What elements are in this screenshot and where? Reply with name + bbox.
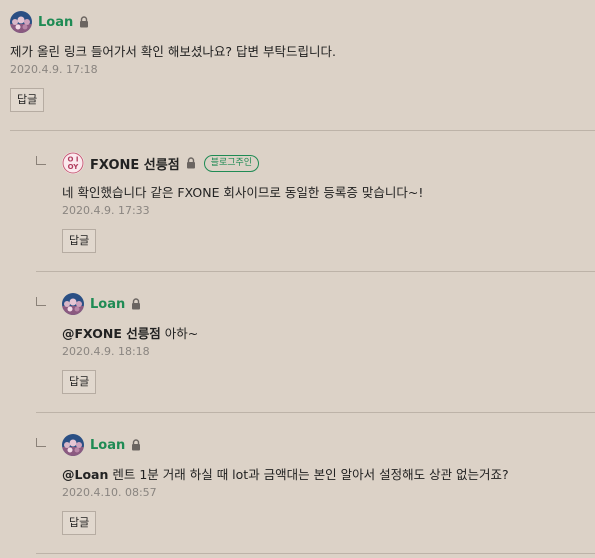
reply-button[interactable]: 답글 xyxy=(62,370,97,394)
reply-button[interactable]: 답글 xyxy=(62,229,97,253)
comment-3: Loan @FXONE 선릉점 아하~ 2020.4.9. 18:18 답글 xyxy=(62,292,595,394)
comment-2: O I OY FXONE 선릉점 블로그주인 네 확인했습니다 같은 FXONE… xyxy=(62,151,595,253)
comment-author[interactable]: FXONE 선릉점 xyxy=(90,154,180,173)
lock-icon xyxy=(131,298,141,310)
comment-body: 아하~ xyxy=(160,326,199,341)
svg-text:OY: OY xyxy=(68,163,80,171)
divider xyxy=(36,412,595,413)
comment-text: @FXONE 선릉점 아하~ xyxy=(62,325,595,343)
reply-branch-icon xyxy=(36,156,46,165)
comment-text: @Loan 렌트 1분 거래 하실 때 lot과 금액대는 본인 알아서 설정해… xyxy=(62,466,595,484)
comment-text: 제가 올린 링크 들어가서 확인 해보셨나요? 답변 부탁드립니다. xyxy=(10,44,336,59)
comment-author[interactable]: Loan xyxy=(38,15,73,30)
comment-date: 2020.4.9. 18:18 xyxy=(62,345,150,358)
comment-header: Loan xyxy=(10,10,595,34)
mention-link[interactable]: @FXONE 선릉점 xyxy=(62,326,161,341)
crowd-avatar-icon[interactable] xyxy=(10,11,32,33)
divider xyxy=(36,271,595,272)
comment-4: Loan @Loan 렌트 1분 거래 하실 때 lot과 금액대는 본인 알아… xyxy=(62,433,595,535)
comment-date: 2020.4.10. 08:57 xyxy=(62,486,157,499)
crowd-avatar-icon[interactable] xyxy=(62,434,84,456)
comment-header: Loan xyxy=(62,292,595,316)
comment-date: 2020.4.9. 17:18 xyxy=(10,63,98,76)
lock-icon xyxy=(186,157,196,169)
reply-branch-icon xyxy=(36,297,46,306)
comment-author[interactable]: Loan xyxy=(90,438,125,453)
reply-branch-icon xyxy=(36,438,46,447)
comment-header: O I OY FXONE 선릉점 블로그주인 xyxy=(62,151,595,175)
comment-header: Loan xyxy=(62,433,595,457)
lock-icon xyxy=(79,16,89,28)
divider xyxy=(10,130,595,131)
comment-author[interactable]: Loan xyxy=(90,297,125,312)
comment-body: 렌트 1분 거래 하실 때 lot과 금액대는 본인 알아서 설정해도 상관 없… xyxy=(108,467,509,482)
blog-owner-badge: 블로그주인 xyxy=(203,154,260,172)
divider xyxy=(36,553,595,554)
mention-link[interactable]: @Loan xyxy=(62,467,108,482)
lock-icon xyxy=(131,439,141,451)
comment-text: 네 확인했습니다 같은 FXONE 회사이므로 동일한 등록증 맞습니다~! xyxy=(62,185,424,200)
crowd-avatar-icon[interactable] xyxy=(62,293,84,315)
reply-button[interactable]: 답글 xyxy=(10,88,45,112)
reply-button[interactable]: 답글 xyxy=(62,511,97,535)
fxone-logo-avatar-icon[interactable]: O I OY xyxy=(62,152,84,174)
comment-1: Loan 제가 올린 링크 들어가서 확인 해보셨나요? 답변 부탁드립니다. … xyxy=(10,10,595,112)
comment-date: 2020.4.9. 17:33 xyxy=(62,204,150,217)
